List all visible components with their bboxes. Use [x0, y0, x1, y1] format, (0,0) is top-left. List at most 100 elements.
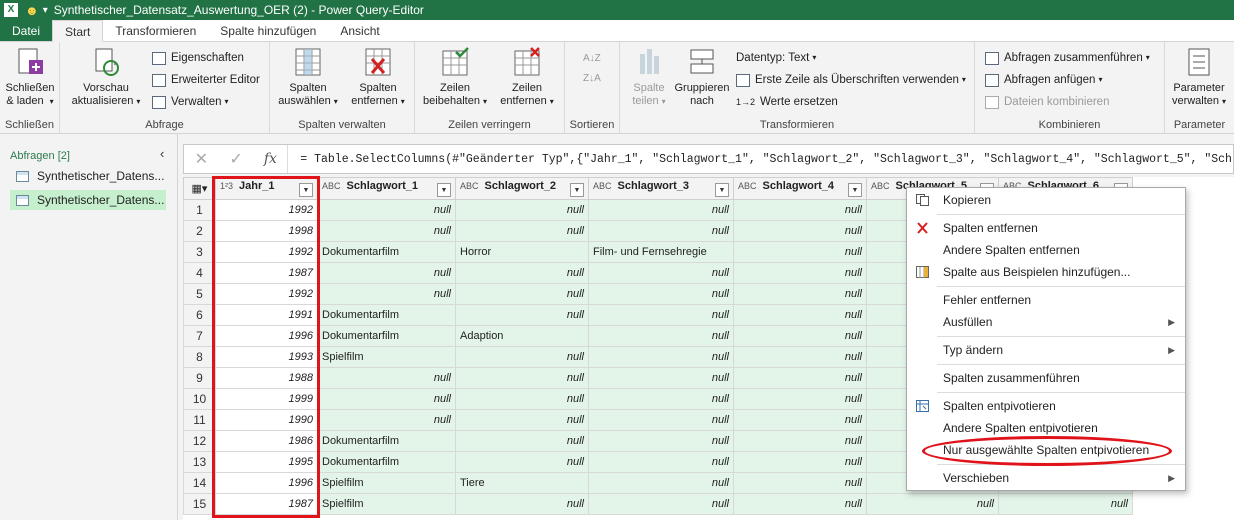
collapse-chevron-icon[interactable]: ‹	[160, 146, 164, 161]
cell-schlagwort[interactable]: null	[455, 346, 589, 368]
column-header-schlagwort-3[interactable]: ABC Schlagwort_3 ▼	[588, 177, 734, 200]
menu-item-remove-errors[interactable]: Fehler entfernen	[907, 290, 1185, 310]
cancel-formula-icon[interactable]: ✕	[184, 149, 219, 169]
cell-schlagwort[interactable]: Dokumentarfilm	[317, 241, 456, 263]
cell-schlagwort[interactable]: null	[455, 367, 589, 389]
cell-jahr[interactable]: 1987	[215, 262, 318, 284]
cell-schlagwort[interactable]: null	[588, 283, 734, 305]
menu-item-move[interactable]: Verschieben ▶	[907, 468, 1185, 488]
cell-schlagwort[interactable]: Dokumentarfilm	[317, 304, 456, 326]
cell-jahr[interactable]: 1999	[215, 388, 318, 410]
cell-schlagwort[interactable]: null	[588, 325, 734, 347]
column-header-schlagwort-4[interactable]: ABC Schlagwort_4 ▼	[733, 177, 867, 200]
cell-schlagwort[interactable]: null	[317, 262, 456, 284]
cell-schlagwort[interactable]: null	[455, 493, 589, 515]
cell-schlagwort[interactable]: null	[733, 430, 867, 452]
split-column-button[interactable]: Spalte teilen ▾	[624, 46, 674, 108]
choose-columns-button[interactable]: Spalten auswählen ▾	[274, 46, 342, 108]
cell-schlagwort[interactable]: Spielfilm	[317, 493, 456, 515]
cell-schlagwort[interactable]: Film- und Fernsehregie	[588, 241, 734, 263]
cell-jahr[interactable]: 1987	[215, 493, 318, 515]
cell-schlagwort[interactable]: null	[733, 199, 867, 221]
row-number[interactable]: 7	[183, 325, 216, 347]
cell-schlagwort[interactable]: Adaption	[455, 325, 589, 347]
manage-button[interactable]: Verwalten ▾	[152, 93, 229, 111]
cell-schlagwort[interactable]: null	[588, 220, 734, 242]
cell-jahr[interactable]: 1993	[215, 346, 318, 368]
cell-schlagwort[interactable]: null	[588, 199, 734, 221]
replace-values-button[interactable]: 1→2 Werte ersetzen	[736, 93, 838, 111]
sort-ascending-icon[interactable]: A↓Z	[583, 50, 601, 68]
cell-schlagwort[interactable]: null	[317, 409, 456, 431]
confirm-formula-icon[interactable]: ✓	[219, 149, 254, 169]
formula-input[interactable]: = Table.SelectColumns(#"Geänderter Typ",…	[288, 153, 1233, 166]
cell-jahr[interactable]: 1986	[215, 430, 318, 452]
close-and-load-button[interactable]: Schließen & laden ▾	[4, 46, 56, 108]
menu-item-unpivot-columns[interactable]: Spalten entpivotieren	[907, 396, 1185, 416]
row-number[interactable]: 13	[183, 451, 216, 473]
cell-schlagwort[interactable]: null	[317, 220, 456, 242]
table-menu-icon[interactable]: ▦▾	[183, 177, 216, 200]
column-header-schlagwort-2[interactable]: ABC Schlagwort_2 ▼	[455, 177, 589, 200]
row-number[interactable]: 2	[183, 220, 216, 242]
combine-files-button[interactable]: Dateien kombinieren	[985, 93, 1109, 111]
cell-jahr[interactable]: 1992	[215, 199, 318, 221]
cell-schlagwort[interactable]: null	[455, 220, 589, 242]
cell-schlagwort[interactable]: Tiere	[455, 472, 589, 494]
cell-schlagwort[interactable]: null	[455, 283, 589, 305]
cell-schlagwort[interactable]: null	[455, 451, 589, 473]
row-number[interactable]: 3	[183, 241, 216, 263]
row-number[interactable]: 6	[183, 304, 216, 326]
cell-schlagwort[interactable]: null	[588, 472, 734, 494]
menu-item-remove-other-columns[interactable]: Andere Spalten entfernen	[907, 240, 1185, 260]
cell-schlagwort[interactable]: Spielfilm	[317, 346, 456, 368]
cell-schlagwort[interactable]: null	[455, 409, 589, 431]
menu-item-merge-columns[interactable]: Spalten zusammenführen	[907, 368, 1185, 388]
cell-schlagwort[interactable]: null	[733, 220, 867, 242]
cell-schlagwort[interactable]: null	[733, 472, 867, 494]
cell-schlagwort[interactable]: null	[588, 388, 734, 410]
row-number[interactable]: 4	[183, 262, 216, 284]
cell-schlagwort[interactable]: null	[588, 493, 734, 515]
sort-descending-icon[interactable]: Z↓A	[583, 70, 601, 88]
cell-schlagwort[interactable]: null	[733, 493, 867, 515]
row-number[interactable]: 5	[183, 283, 216, 305]
cell-schlagwort[interactable]: null	[733, 367, 867, 389]
merge-queries-button[interactable]: Abfragen zusammenführen ▾	[985, 49, 1150, 67]
tab-start[interactable]: Start	[52, 20, 104, 42]
menu-item-remove-columns[interactable]: Spalten entfernen	[907, 218, 1185, 238]
column-filter-icon[interactable]: ▼	[715, 183, 729, 197]
cell-schlagwort[interactable]: Dokumentarfilm	[317, 325, 456, 347]
refresh-preview-button[interactable]: Vorschau aktualisieren ▾	[66, 46, 146, 108]
cell-schlagwort[interactable]: null	[733, 304, 867, 326]
column-filter-icon[interactable]: ▼	[848, 183, 862, 197]
cell-jahr[interactable]: 1995	[215, 451, 318, 473]
cell-schlagwort[interactable]: null	[588, 304, 734, 326]
row-number[interactable]: 8	[183, 346, 216, 368]
cell-schlagwort[interactable]: null	[733, 325, 867, 347]
manage-parameters-button[interactable]: Parameter verwalten ▾	[1167, 46, 1231, 108]
quick-access-dropdown-icon[interactable]: ▾	[43, 5, 48, 16]
cell-schlagwort[interactable]: null	[588, 262, 734, 284]
cell-schlagwort[interactable]: null	[317, 283, 456, 305]
cell-jahr[interactable]: 1992	[215, 283, 318, 305]
tab-datei[interactable]: Datei	[0, 20, 53, 41]
query-item[interactable]: Synthetischer_Datens...	[10, 166, 166, 186]
first-row-headers-button[interactable]: Erste Zeile als Überschriften verwenden ▾	[736, 71, 966, 89]
cell-schlagwort[interactable]: null	[588, 430, 734, 452]
cell-schlagwort[interactable]: Dokumentarfilm	[317, 430, 456, 452]
row-number[interactable]: 10	[183, 388, 216, 410]
row-number[interactable]: 1	[183, 199, 216, 221]
remove-rows-button[interactable]: Zeilen entfernen ▾	[491, 46, 563, 108]
append-queries-button[interactable]: Abfragen anfügen ▾	[985, 71, 1102, 89]
menu-item-column-from-examples[interactable]: Spalte aus Beispielen hinzufügen...	[907, 262, 1185, 282]
table-row[interactable]: 15 1987 Spielfilm null null null null null	[183, 493, 1133, 515]
row-number[interactable]: 15	[183, 493, 216, 515]
properties-button[interactable]: Eigenschaften	[152, 49, 244, 67]
menu-item-copy[interactable]: Kopieren	[907, 190, 1185, 210]
column-filter-icon[interactable]: ▼	[570, 183, 584, 197]
fx-icon[interactable]: fx	[254, 145, 289, 173]
column-filter-icon[interactable]: ▼	[299, 183, 313, 197]
smiley-feedback-icon[interactable]: ☻	[25, 3, 39, 18]
row-number[interactable]: 12	[183, 430, 216, 452]
